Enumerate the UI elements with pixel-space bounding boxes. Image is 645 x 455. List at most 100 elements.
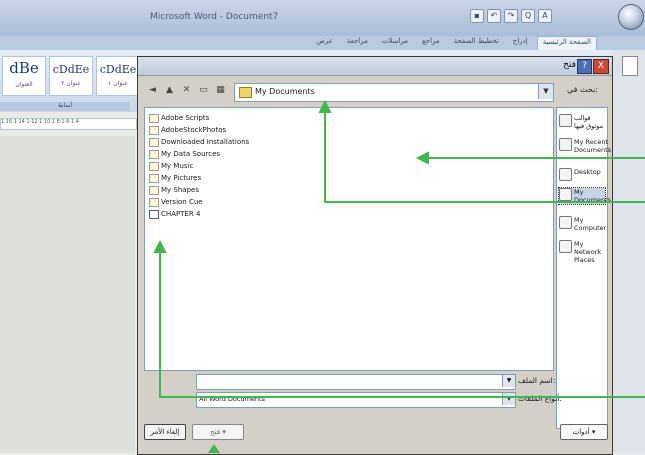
list-item[interactable]: AdobeStockPhotos <box>149 124 226 136</box>
style-name: عنوان ٢ <box>61 80 81 87</box>
file-name: My Data Sources <box>161 150 221 158</box>
help-button[interactable]: ? <box>577 59 592 74</box>
list-item[interactable]: My Shapes <box>149 184 199 196</box>
list-item[interactable]: Adobe Scripts <box>149 112 209 124</box>
my-documents-icon <box>559 188 572 201</box>
delete-icon[interactable]: ✕ <box>180 84 193 97</box>
look-in-label: بحث في: <box>567 85 598 94</box>
place-my-computer[interactable]: My Computer <box>559 216 607 232</box>
list-item[interactable]: Downloaded Installations <box>149 136 249 148</box>
ruler: 1·16·1·14·1·12·1·10·1·8·1·6·1·4 <box>0 118 137 130</box>
file-name: Downloaded Installations <box>161 138 250 146</box>
window-title: Microsoft Word - Document7 <box>150 12 279 22</box>
place-my-documents[interactable]: My Documents <box>558 187 611 205</box>
style-name: عنوان ١ <box>108 80 128 87</box>
file-name-field[interactable]: ▼ <box>196 374 516 390</box>
dialog-toolbar: ◄ ▲ ✕ ▭ ▦ <box>146 84 227 97</box>
style-sample: cDdEe <box>99 63 137 76</box>
tab-review[interactable]: مراجعة <box>342 36 373 50</box>
print-preview-icon[interactable]: Q <box>521 9 535 23</box>
tab-mailings[interactable]: مراسلات <box>377 36 413 50</box>
folder-icon <box>149 173 159 183</box>
file-name: AdobeStockPhotos <box>161 126 227 134</box>
back-icon[interactable]: ◄ <box>146 84 159 97</box>
views-icon[interactable]: ▦ <box>214 84 227 97</box>
tab-insert[interactable]: إدراج <box>508 36 533 50</box>
cancel-button[interactable]: إلغاء الأمر <box>144 424 186 440</box>
open-dialog: فتح ? X ◄ ▲ ✕ ▭ ▦ My Documents ▼ بحث في:… <box>137 56 613 455</box>
file-name: CHAPTER 4 <box>161 210 201 218</box>
list-item[interactable]: My Data Sources <box>149 148 220 160</box>
word-title-bar: Microsoft Word - Document7 ▪ ↶ ↷ Q A <box>0 0 645 36</box>
new-folder-icon[interactable]: ▭ <box>197 84 210 97</box>
word-document-icon <box>149 209 159 219</box>
folder-icon <box>149 125 159 135</box>
place-my-network-places[interactable]: My Network Places <box>559 240 605 264</box>
place-trusted-templates[interactable]: قوالب موثوق فيها <box>559 114 605 130</box>
style-name: العنوان <box>15 81 33 88</box>
style-sample: dBe <box>9 59 39 77</box>
undo-icon[interactable]: ↶ <box>487 9 501 23</box>
file-name: Version Cue <box>161 198 203 206</box>
redo-icon[interactable]: ↷ <box>504 9 518 23</box>
style-heading-2[interactable]: cDdEe عنوان ٢ <box>49 56 93 96</box>
tools-button[interactable]: أدوات ▾ <box>560 424 608 440</box>
quick-access-toolbar: ▪ ↶ ↷ Q A <box>470 9 552 23</box>
folder-icon <box>239 87 252 98</box>
file-type-select[interactable]: All Word Documents ▼ <box>196 392 516 408</box>
folder-icon <box>149 137 159 147</box>
save-icon[interactable]: ▪ <box>470 9 484 23</box>
folder-icon <box>559 114 572 127</box>
file-name: My Pictures <box>161 174 202 182</box>
folder-icon <box>149 197 159 207</box>
place-desktop[interactable]: Desktop <box>559 168 605 181</box>
tab-home[interactable]: الصفحة الرئيسية <box>536 36 597 50</box>
place-label: قوالب موثوق فيها <box>574 114 604 130</box>
list-item[interactable]: My Music <box>149 160 193 172</box>
place-label: My Documents <box>574 188 612 204</box>
chevron-down-icon[interactable]: ▼ <box>502 375 515 387</box>
open-label: فتح <box>210 428 221 436</box>
file-type-label: أنواع الملفات: <box>518 394 562 403</box>
close-button[interactable]: X <box>593 59 609 74</box>
computer-icon <box>559 216 572 229</box>
style-title[interactable]: dBe العنوان <box>2 56 46 96</box>
style-sample: cDdEe <box>52 63 90 76</box>
place-label: My Computer <box>574 216 607 232</box>
place-my-recent-documents[interactable]: My Recent Documents <box>559 138 611 154</box>
document-area[interactable] <box>0 136 135 453</box>
tab-references[interactable]: مراجع <box>417 36 445 50</box>
list-item[interactable]: CHAPTER 4 <box>149 208 200 220</box>
look-in-value: My Documents <box>255 87 315 96</box>
list-item[interactable]: My Pictures <box>149 172 201 184</box>
tab-page-layout[interactable]: تخطيط الصفحة <box>449 36 504 50</box>
folder-icon <box>149 185 159 195</box>
folder-icon <box>149 161 159 171</box>
dialog-title: فتح <box>563 60 576 70</box>
tools-label: أدوات <box>572 428 590 436</box>
open-button[interactable]: فتح ▾ <box>192 424 244 440</box>
file-name: Adobe Scripts <box>161 114 210 122</box>
up-folder-icon[interactable]: ▲ <box>163 84 176 97</box>
styles-group-label: أنماط <box>0 102 130 111</box>
office-button[interactable] <box>618 4 644 30</box>
spelling-icon[interactable]: A <box>538 9 552 23</box>
desktop-icon <box>559 168 572 181</box>
style-heading-1[interactable]: cDdEe عنوان ١ <box>96 56 140 96</box>
place-label: Desktop <box>574 168 601 176</box>
document-icon[interactable] <box>622 56 638 76</box>
chevron-down-icon[interactable]: ▼ <box>538 84 553 99</box>
tab-view[interactable]: عرض <box>311 36 338 50</box>
folder-icon <box>149 149 159 159</box>
file-type-value: All Word Documents <box>199 395 265 403</box>
place-label: My Recent Documents <box>574 138 612 154</box>
place-label: My Network Places <box>574 240 602 264</box>
list-item[interactable]: Version Cue <box>149 196 203 208</box>
look-in-dropdown[interactable]: My Documents ▼ <box>234 83 554 102</box>
file-list[interactable]: Adobe Scripts AdobeStockPhotos Downloade… <box>144 107 554 371</box>
recent-documents-icon <box>559 138 572 151</box>
file-name-label: اسم الملف: <box>518 376 556 385</box>
chevron-down-icon[interactable]: ▼ <box>502 393 515 405</box>
dialog-title-bar: فتح ? X <box>138 57 612 76</box>
file-name: My Shapes <box>161 186 199 194</box>
